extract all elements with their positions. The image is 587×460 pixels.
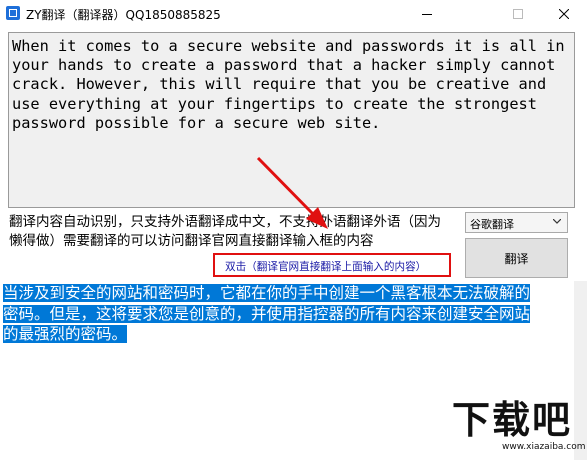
- watermark-logo: 下载吧 www.xiazaiba.com: [452, 398, 586, 456]
- chevron-down-icon: [553, 219, 561, 224]
- close-button[interactable]: [541, 0, 587, 28]
- annotation-highlight-box: 双击（翻译官网直接翻译上面输入的内容）: [213, 253, 451, 277]
- engine-selected-value: 谷歌翻译: [470, 218, 514, 231]
- watermark-url: www.xiazaiba.com: [502, 442, 586, 452]
- translate-button[interactable]: 翻译: [465, 238, 568, 278]
- maximize-icon: [513, 9, 523, 19]
- result-text-container: 当涉及到安全的网站和密码时，它都在你的手中创建一个黑客根本无法破解的密码。但是，…: [3, 283, 543, 345]
- source-text-input[interactable]: When it comes to a secure website and pa…: [8, 32, 575, 208]
- maximize-button[interactable]: [495, 0, 541, 28]
- result-text-selected[interactable]: 当涉及到安全的网站和密码时，它都在你的手中创建一个黑客根本无法破解的密码。但是，…: [3, 284, 531, 343]
- double-click-label[interactable]: 双击（翻译官网直接翻译上面输入的内容）: [225, 259, 426, 274]
- hint-text: 翻译内容自动识别，只支持外语翻译成中文，不支持外语翻译外语（因为懒得做）需要翻译…: [9, 214, 441, 249]
- watermark-brand: 下载吧: [452, 398, 573, 442]
- minimize-button[interactable]: [404, 0, 450, 28]
- close-icon: [559, 9, 569, 19]
- window-title: ZY翻译（翻译器）QQ1850885825: [26, 8, 221, 22]
- translation-engine-select[interactable]: 谷歌翻译: [465, 212, 568, 233]
- title-bar: ZY翻译（翻译器）QQ1850885825: [0, 0, 587, 28]
- minimize-icon: [422, 14, 432, 15]
- app-icon: [6, 6, 20, 20]
